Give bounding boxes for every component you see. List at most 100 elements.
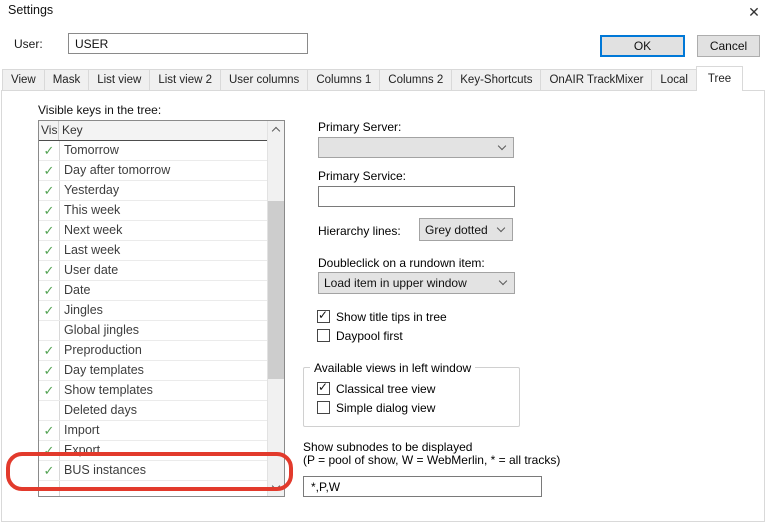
check-icon[interactable]: ✓ <box>39 381 59 400</box>
daypool-first-checkbox-row[interactable]: Daypool first <box>317 326 447 345</box>
check-icon: ✓ <box>44 243 55 258</box>
check-icon[interactable]: ✓ <box>39 461 59 480</box>
table-row[interactable]: ✓This week <box>39 201 267 221</box>
table-row[interactable]: ✓Last week <box>39 241 267 261</box>
tab-mask[interactable]: Mask <box>44 69 89 91</box>
show-title-tips-in-tree-label: Show title tips in tree <box>336 310 447 324</box>
key-cell: Export <box>59 441 267 460</box>
table-row[interactable]: ✓Day templates <box>39 361 267 381</box>
key-cell: Next week <box>59 221 267 240</box>
check-icon: ✓ <box>44 143 55 158</box>
empty-vis-cell[interactable] <box>39 321 59 340</box>
daypool-first-checkbox[interactable] <box>317 329 330 342</box>
table-row[interactable]: Global jingles <box>39 321 267 341</box>
tab-user-columns[interactable]: User columns <box>220 69 308 91</box>
user-input[interactable] <box>68 33 308 54</box>
tab-key-shortcuts[interactable]: Key-Shortcuts <box>451 69 541 91</box>
ok-button[interactable]: OK <box>600 35 685 57</box>
scrollbar-thumb[interactable] <box>268 201 284 379</box>
doubleclick-label: Doubleclick on a rundown item: <box>318 256 485 270</box>
classical-tree-view-label: Classical tree view <box>336 382 435 396</box>
show-title-tips-in-tree-checkbox-row[interactable]: ✓ Show title tips in tree <box>317 307 447 326</box>
tab-tree[interactable]: Tree <box>696 66 743 91</box>
check-icon: ✓ <box>44 263 55 278</box>
tab-columns-1[interactable]: Columns 1 <box>307 69 380 91</box>
classical-tree-view-checkbox-row[interactable]: ✓ Classical tree view <box>317 379 435 398</box>
key-cell: This week <box>59 201 267 220</box>
check-icon[interactable]: ✓ <box>39 161 59 180</box>
tab-list-view-2[interactable]: List view 2 <box>149 69 221 91</box>
check-icon[interactable]: ✓ <box>39 441 59 460</box>
key-cell: Tomorrow <box>59 141 267 160</box>
table-row[interactable]: ✓Export <box>39 441 267 461</box>
tree-keys-label: Visible keys in the tree: <box>38 103 161 117</box>
check-icon[interactable]: ✓ <box>39 241 59 260</box>
tab-view[interactable]: View <box>2 69 45 91</box>
primary-service-input[interactable] <box>318 186 515 207</box>
check-icon[interactable]: ✓ <box>39 201 59 220</box>
show-title-tips-in-tree-checkbox[interactable]: ✓ <box>317 310 330 323</box>
table-row[interactable]: ✓BUS instances <box>39 461 267 481</box>
check-icon[interactable]: ✓ <box>39 421 59 440</box>
key-cell: Yesterday <box>59 181 267 200</box>
table-row[interactable]: ✓ User date <box>39 261 267 281</box>
check-icon[interactable]: ✓ <box>39 281 59 300</box>
doubleclick-value: Load item in upper window <box>324 276 467 290</box>
scroll-up-icon[interactable] <box>268 121 284 138</box>
table-row[interactable]: ✓Day after tomorrow <box>39 161 267 181</box>
check-icon[interactable]: ✓ <box>39 261 59 280</box>
available-views-title: Available views in left window <box>310 361 475 375</box>
window-title: Settings <box>8 3 53 17</box>
check-icon: ✓ <box>44 423 55 438</box>
vertical-scrollbar[interactable] <box>267 121 284 496</box>
check-icon: ✓ <box>44 223 55 238</box>
check-icon: ✓ <box>44 283 55 298</box>
close-icon[interactable]: ✕ <box>744 2 764 22</box>
simple-dialog-view-checkbox[interactable] <box>317 401 330 414</box>
tab-onair-trackmixer[interactable]: OnAIR TrackMixer <box>540 69 652 91</box>
check-icon: ✓ <box>44 463 55 478</box>
check-icon[interactable]: ✓ <box>39 301 59 320</box>
check-icon[interactable]: ✓ <box>39 141 59 160</box>
available-views-options: ✓ Classical tree view Simple dialog view <box>317 379 435 417</box>
check-icon[interactable]: ✓ <box>39 221 59 240</box>
table-row[interactable]: ✓Jingles <box>39 301 267 321</box>
primary-server-dropdown[interactable] <box>318 137 514 158</box>
table-row[interactable]: ✓Show templates <box>39 381 267 401</box>
subnodes-input[interactable] <box>303 476 542 497</box>
check-icon[interactable]: ✓ <box>39 181 59 200</box>
doubleclick-dropdown[interactable]: Load item in upper window <box>318 272 515 294</box>
key-cell: Date <box>59 281 267 300</box>
check-icon: ✓ <box>318 308 328 322</box>
table-row[interactable]: ✓ Yesterday <box>39 181 267 201</box>
table-row[interactable]: ✓ Date <box>39 281 267 301</box>
table-row[interactable]: ✓Preproduction <box>39 341 267 361</box>
check-icon: ✓ <box>44 303 55 318</box>
table-row[interactable]: ✓ Next week <box>39 221 267 241</box>
subnodes-hint: (P = pool of show, W = WebMerlin, * = al… <box>303 453 560 467</box>
check-icon: ✓ <box>44 363 55 378</box>
check-icon: ✓ <box>44 163 55 178</box>
hierarchy-lines-label: Hierarchy lines: <box>318 224 401 238</box>
table-row[interactable]: Deleted days <box>39 401 267 421</box>
check-icon[interactable]: ✓ <box>39 361 59 380</box>
check-icon[interactable]: ✓ <box>39 341 59 360</box>
tab-columns-2[interactable]: Columns 2 <box>379 69 452 91</box>
column-header-vis[interactable]: Vis <box>39 121 59 140</box>
check-icon: ✓ <box>44 183 55 198</box>
table-row[interactable]: ✓ Tomorrow <box>39 141 267 161</box>
hierarchy-lines-dropdown[interactable]: Grey dotted <box>419 218 513 241</box>
table-row[interactable]: ✓Import <box>39 421 267 441</box>
key-cell: Global jingles <box>59 321 267 340</box>
tab-local[interactable]: Local <box>651 69 697 91</box>
simple-dialog-view-checkbox-row[interactable]: Simple dialog view <box>317 398 435 417</box>
cancel-button[interactable]: Cancel <box>697 35 760 57</box>
primary-server-label: Primary Server: <box>318 120 401 134</box>
empty-vis-cell[interactable] <box>39 401 59 420</box>
key-cell: User date <box>59 261 267 280</box>
column-header-key[interactable]: Key <box>59 121 267 140</box>
daypool-first-label: Daypool first <box>336 329 403 343</box>
scroll-down-icon[interactable] <box>268 479 284 496</box>
tab-list-view[interactable]: List view <box>88 69 150 91</box>
classical-tree-view-checkbox[interactable]: ✓ <box>317 382 330 395</box>
